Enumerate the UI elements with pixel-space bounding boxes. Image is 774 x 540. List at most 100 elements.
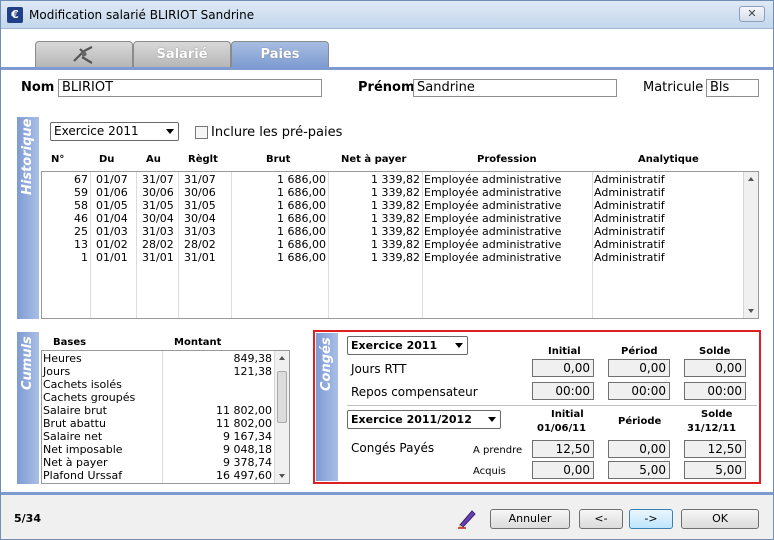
- tab-tools[interactable]: [35, 41, 133, 68]
- app-euro-icon: €: [7, 7, 23, 23]
- table-cell: 1: [81, 251, 88, 264]
- prenom-field[interactable]: Sandrine: [413, 79, 617, 97]
- chevron-down-icon: [488, 417, 496, 422]
- table-cell: 30/06: [184, 186, 216, 199]
- conges-panel: Congés Exercice 2011 Initial Périod Sold…: [313, 330, 761, 484]
- table-row[interactable]: 67 01/07 31/07 31/07 1 686,00 1 339,82 Employé…: [42, 173, 742, 186]
- conges-exercice-select[interactable]: Exercice 2011: [347, 336, 468, 355]
- table-row[interactable]: 25 01/03 31/03 31/03 1 686,00 1 339,82 Employé…: [42, 225, 742, 238]
- rtt-initial[interactable]: 0,00: [532, 359, 594, 377]
- prenom-label: Prénom: [358, 80, 415, 95]
- table-cell: 1 339,82: [371, 186, 420, 199]
- scroll-up-icon: [279, 356, 285, 360]
- repos-solde[interactable]: 00:00: [684, 382, 746, 400]
- table-row[interactable]: 59 01/06 30/06 30/06 1 686,00 1 339,82 Employé…: [42, 186, 742, 199]
- list-item[interactable]: Jours 121,38: [42, 365, 274, 378]
- historique-table[interactable]: 67 01/07 31/07 31/07 1 686,00 1 339,82 Employé…: [41, 171, 759, 319]
- next-button[interactable]: ->: [629, 509, 673, 529]
- list-item[interactable]: Net à payer 9 378,74: [42, 456, 274, 469]
- list-item[interactable]: Salaire net 9 167,34: [42, 430, 274, 443]
- table-cell: Administratif: [594, 199, 665, 212]
- conges-exercice2-select[interactable]: Exercice 2011/2012: [347, 410, 501, 429]
- cumul-montant: 11 802,00: [216, 417, 272, 430]
- cumul-montant: 9 048,18: [223, 443, 272, 456]
- list-item[interactable]: Net imposable 9 048,18: [42, 443, 274, 456]
- cumul-montant: 11 802,00: [216, 404, 272, 417]
- cumul-base: Cachets groupés: [43, 391, 136, 404]
- table-cell: 1 339,82: [371, 173, 420, 186]
- annuler-button[interactable]: Annuler: [490, 509, 570, 529]
- divider: [347, 405, 757, 406]
- tab-salarie[interactable]: Salarié: [133, 41, 231, 68]
- aprendre-solde[interactable]: 12,50: [684, 440, 746, 458]
- cumuls-scrollbar[interactable]: [274, 351, 289, 483]
- list-item[interactable]: Plafond Urssaf 16 497,60: [42, 469, 274, 482]
- cumuls-band: Cumuls: [17, 332, 39, 484]
- matricule-field[interactable]: Bls: [706, 79, 759, 97]
- table-cell: 01/02: [96, 238, 128, 251]
- nom-field[interactable]: BLIRIOT: [58, 79, 322, 97]
- table-cell: 30/06: [142, 186, 174, 199]
- cumul-base: Jours: [43, 365, 71, 378]
- repos-periode[interactable]: 00:00: [608, 382, 670, 400]
- tab-underline: [1, 67, 773, 70]
- aprendre-periode[interactable]: 0,00: [608, 440, 670, 458]
- rtt-solde[interactable]: 0,00: [684, 359, 746, 377]
- table-row[interactable]: 1 01/01 31/01 31/01 1 686,00 1 339,82 Employée…: [42, 251, 742, 264]
- acquis-periode[interactable]: 5,00: [608, 461, 670, 479]
- list-item[interactable]: Cachets groupés: [42, 391, 274, 404]
- historique-scrollbar[interactable]: [743, 172, 758, 318]
- table-cell: Employée administrative: [424, 225, 562, 238]
- exercice-select-value: Exercice 2011: [54, 124, 139, 138]
- table-cell: Administratif: [594, 173, 665, 186]
- list-item[interactable]: Brut abattu 11 802,00: [42, 417, 274, 430]
- exercice-select[interactable]: Exercice 2011: [50, 122, 179, 141]
- table-cell: 01/05: [96, 199, 128, 212]
- table-cell: Employée administrative: [424, 238, 562, 251]
- cumul-montant: 849,38: [233, 352, 273, 365]
- list-item[interactable]: Salaire brut 11 802,00: [42, 404, 274, 417]
- cumul-base: Brut abattu: [43, 417, 106, 430]
- scroll-thumb[interactable]: [277, 371, 287, 423]
- historique-label: Historique: [20, 118, 35, 195]
- table-row[interactable]: 13 01/02 28/02 28/02 1 686,00 1 339,82 Employé…: [42, 238, 742, 251]
- list-item[interactable]: Cachets isolés: [42, 378, 274, 391]
- table-cell: 67: [74, 173, 88, 186]
- cumul-base: Cachets isolés: [43, 378, 122, 391]
- table-cell: 28/02: [142, 238, 174, 251]
- table-cell: 31/01: [142, 251, 174, 264]
- aprendre-initial[interactable]: 12,50: [532, 440, 594, 458]
- tab-paies[interactable]: Paies: [231, 41, 329, 68]
- table-cell: 30/04: [184, 212, 216, 225]
- table-row[interactable]: 46 01/04 30/04 30/04 1 686,00 1 339,82 Employé…: [42, 212, 742, 225]
- table-cell: 1 686,00: [277, 251, 326, 264]
- table-row[interactable]: 58 01/05 31/05 31/05 1 686,00 1 339,82 Employé…: [42, 199, 742, 212]
- cumul-base: Salaire net: [43, 430, 103, 443]
- col-initial: Initial: [548, 346, 581, 357]
- col-header-brut: Brut: [266, 154, 291, 165]
- close-button[interactable]: ✕: [739, 6, 765, 22]
- ok-button[interactable]: OK: [681, 509, 759, 529]
- acquis-solde[interactable]: 5,00: [684, 461, 746, 479]
- include-prepaies-label: Inclure les pré-paies: [211, 125, 343, 140]
- cumul-base: Heures: [43, 352, 82, 365]
- acquis-initial[interactable]: 0,00: [532, 461, 594, 479]
- table-cell: 1 339,82: [371, 212, 420, 225]
- table-cell: 1 339,82: [371, 199, 420, 212]
- table-cell: Employée administrative: [424, 212, 562, 225]
- table-cell: 01/03: [96, 225, 128, 238]
- table-cell: Administratif: [594, 212, 665, 225]
- table-cell: 31/05: [142, 199, 174, 212]
- repos-initial[interactable]: 00:00: [532, 382, 594, 400]
- repos-label: Repos compensateur: [351, 385, 478, 399]
- pen-edit-icon[interactable]: [456, 507, 478, 529]
- rtt-periode[interactable]: 0,00: [608, 359, 670, 377]
- previous-button[interactable]: <-: [579, 509, 623, 529]
- col-header-au: Au: [146, 154, 161, 165]
- cumuls-table[interactable]: Heures 849,38 Jours 121,38 Cachets isolés Cac…: [41, 350, 290, 484]
- table-cell: 13: [74, 238, 88, 251]
- list-item[interactable]: Heures 849,38: [42, 352, 274, 365]
- cumul-base: Salaire brut: [43, 404, 107, 417]
- table-cell: 01/06: [96, 186, 128, 199]
- include-prepaies-checkbox[interactable]: [195, 126, 208, 139]
